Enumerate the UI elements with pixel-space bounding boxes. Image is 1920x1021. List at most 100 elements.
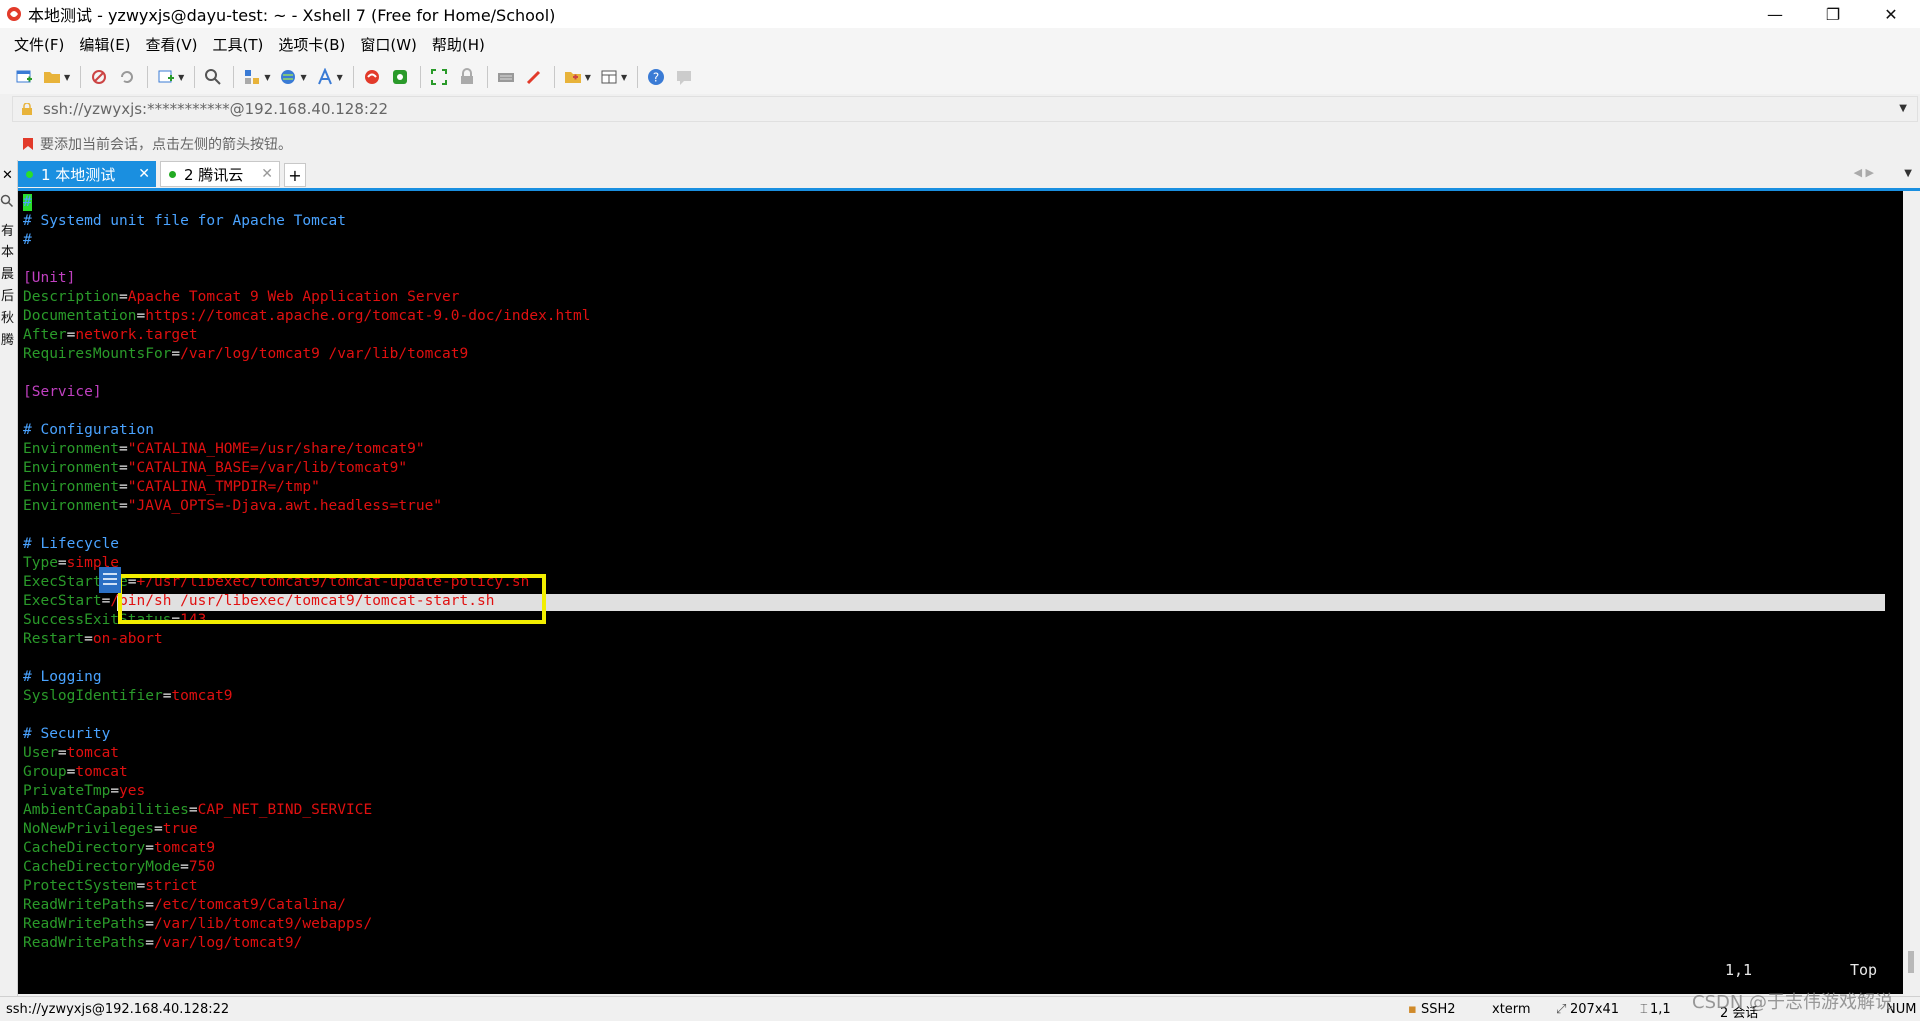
terminal-token: = xyxy=(145,916,154,932)
session-list-item[interactable]: 本 xyxy=(1,241,14,260)
terminal-line: After=network.target xyxy=(23,326,198,345)
fullscreen-icon[interactable] xyxy=(429,67,449,87)
terminal-line: [Unit] xyxy=(23,269,75,288)
menu-file[interactable]: 文件(F) xyxy=(14,34,64,55)
window-title: 本地测试 - yzwyxjs@dayu-test: ~ - Xshell 7 (… xyxy=(28,6,556,25)
tab-label: 1 本地测试 xyxy=(41,165,116,184)
bookmark-icon[interactable] xyxy=(22,137,34,151)
session-list-item[interactable]: 后 xyxy=(1,285,14,304)
terminal-line: Environment="CATALINA_HOME=/usr/share/to… xyxy=(23,440,425,459)
session-list-item[interactable]: 晨 xyxy=(1,263,14,282)
menu-help[interactable]: 帮助(H) xyxy=(432,34,485,55)
svg-text:?: ? xyxy=(653,71,659,85)
reconnect-icon[interactable] xyxy=(117,67,137,87)
terminal-token: Environment xyxy=(23,498,120,514)
font-icon[interactable] xyxy=(315,67,335,87)
terminal-line: PrivateTmp=yes xyxy=(23,782,145,801)
close-button[interactable]: ✕ xyxy=(1862,0,1920,28)
minimize-button[interactable]: — xyxy=(1746,0,1804,28)
tab-scroll-arrows[interactable]: ◀ ▶ xyxy=(1854,166,1874,179)
terminal-token: User xyxy=(23,745,58,761)
chevron-down-icon[interactable]: ▼ xyxy=(585,73,591,82)
terminal-token: = xyxy=(57,745,67,761)
search-icon[interactable] xyxy=(0,194,14,212)
terminal-token: Restart xyxy=(23,631,85,647)
scrollbar-thumb[interactable] xyxy=(1908,951,1914,973)
terminal-token: = xyxy=(136,878,146,894)
chevron-down-icon[interactable]: ▼ xyxy=(264,73,270,82)
terminal-line: Environment="CATALINA_TMPDIR=/tmp" xyxy=(23,478,320,497)
new-tab-icon[interactable] xyxy=(156,67,176,87)
terminal-token: = xyxy=(171,346,181,362)
terminal-token: After xyxy=(23,327,67,343)
menu-tools[interactable]: 工具(T) xyxy=(213,34,264,55)
add-tab-button[interactable]: + xyxy=(284,163,306,187)
terminal-token: ReadWritePaths xyxy=(23,897,146,913)
chevron-down-icon[interactable]: ▼ xyxy=(178,73,184,82)
new-session-icon[interactable] xyxy=(14,67,34,87)
terminal-token: [Service] xyxy=(23,384,102,400)
status-cursor: 1,1 xyxy=(1650,1002,1671,1017)
keyboard-icon[interactable] xyxy=(496,67,516,87)
menu-edit[interactable]: 编辑(E) xyxy=(79,34,130,55)
close-icon[interactable]: ✕ xyxy=(138,166,150,182)
terminal-token: "CATALINA_TMPDIR=/tmp" xyxy=(127,479,320,495)
globe-icon[interactable] xyxy=(278,67,298,87)
help-icon[interactable]: ? xyxy=(646,67,666,87)
chevron-down-icon[interactable]: ▼ xyxy=(1899,103,1907,114)
status-protocol: SSH2 xyxy=(1421,1002,1456,1017)
terminal-token: = xyxy=(119,498,128,514)
terminal-token: CAP_NET_BIND_SERVICE xyxy=(197,802,373,818)
status-dot xyxy=(169,170,176,178)
address-bar[interactable]: ssh://yzwyxjs:***********@192.168.40.128… xyxy=(12,96,1918,122)
session-list-item[interactable]: 秋 xyxy=(1,307,14,326)
terminal-scrollbar[interactable] xyxy=(1903,191,1920,994)
close-icon[interactable]: ✕ xyxy=(261,166,273,182)
terminal-token: 750 xyxy=(188,859,216,875)
restore-button[interactable]: ❐ xyxy=(1804,0,1862,28)
address-input[interactable]: ssh://yzwyxjs:***********@192.168.40.128… xyxy=(43,100,388,118)
add-session-icon[interactable] xyxy=(563,67,583,87)
chat-icon[interactable] xyxy=(674,67,694,87)
find-icon[interactable] xyxy=(203,67,223,87)
terminal-token: tomcat xyxy=(75,764,128,780)
terminal-token: = xyxy=(101,593,111,609)
open-folder-icon[interactable] xyxy=(42,67,62,87)
chevron-down-icon[interactable]: ▼ xyxy=(337,73,343,82)
menu-window[interactable]: 窗口(W) xyxy=(360,34,417,55)
terminal-token: = xyxy=(57,555,67,571)
terminal-token: on-abort xyxy=(92,631,163,647)
xftp-icon[interactable] xyxy=(362,67,382,87)
menu-tabs[interactable]: 选项卡(B) xyxy=(278,34,345,55)
chevron-down-icon[interactable]: ▼ xyxy=(621,73,627,82)
tab-local-test[interactable]: 1 本地测试 ✕ xyxy=(18,161,156,187)
terminal-token: SyslogIdentifier xyxy=(23,688,163,704)
close-icon[interactable]: ✕ xyxy=(2,168,13,183)
tab-tencent-cloud[interactable]: 2 腾讯云 ✕ xyxy=(160,161,280,187)
terminal-view[interactable]: # # Systemd unit file for Apache Tomcat # [… xyxy=(18,191,1903,994)
menu-view[interactable]: 查看(V) xyxy=(146,34,198,55)
lock-icon[interactable] xyxy=(457,67,477,87)
lock-icon: ▪ xyxy=(1408,1002,1417,1017)
xmanager-icon[interactable] xyxy=(390,67,410,87)
chevron-down-icon[interactable]: ▼ xyxy=(64,73,70,82)
terminal-line: NoNewPrivileges=true xyxy=(23,820,198,839)
terminal-token: ExecStart xyxy=(23,593,102,609)
disconnect-icon[interactable] xyxy=(89,67,109,87)
lock-icon xyxy=(22,103,32,115)
toolbar-divider xyxy=(147,66,149,88)
tab-label: 2 腾讯云 xyxy=(184,165,244,184)
toolbar-divider xyxy=(233,66,235,88)
session-list-item[interactable]: 有 xyxy=(1,220,14,239)
terminal-token: Environment xyxy=(23,441,120,457)
highlight-icon[interactable] xyxy=(524,67,544,87)
terminal-line: # Lifecycle xyxy=(23,535,119,554)
layout-icon[interactable] xyxy=(599,67,619,87)
terminal-token: Environment xyxy=(23,479,120,495)
session-list-item[interactable]: 腾 xyxy=(1,329,14,348)
terminal-token: ReadWritePaths xyxy=(23,916,146,932)
chevron-down-icon[interactable]: ▼ xyxy=(1904,168,1912,179)
chevron-down-icon[interactable]: ▼ xyxy=(300,73,306,82)
terminal-line: ProtectSystem=strict xyxy=(23,877,198,896)
transfer-icon[interactable] xyxy=(242,67,262,87)
